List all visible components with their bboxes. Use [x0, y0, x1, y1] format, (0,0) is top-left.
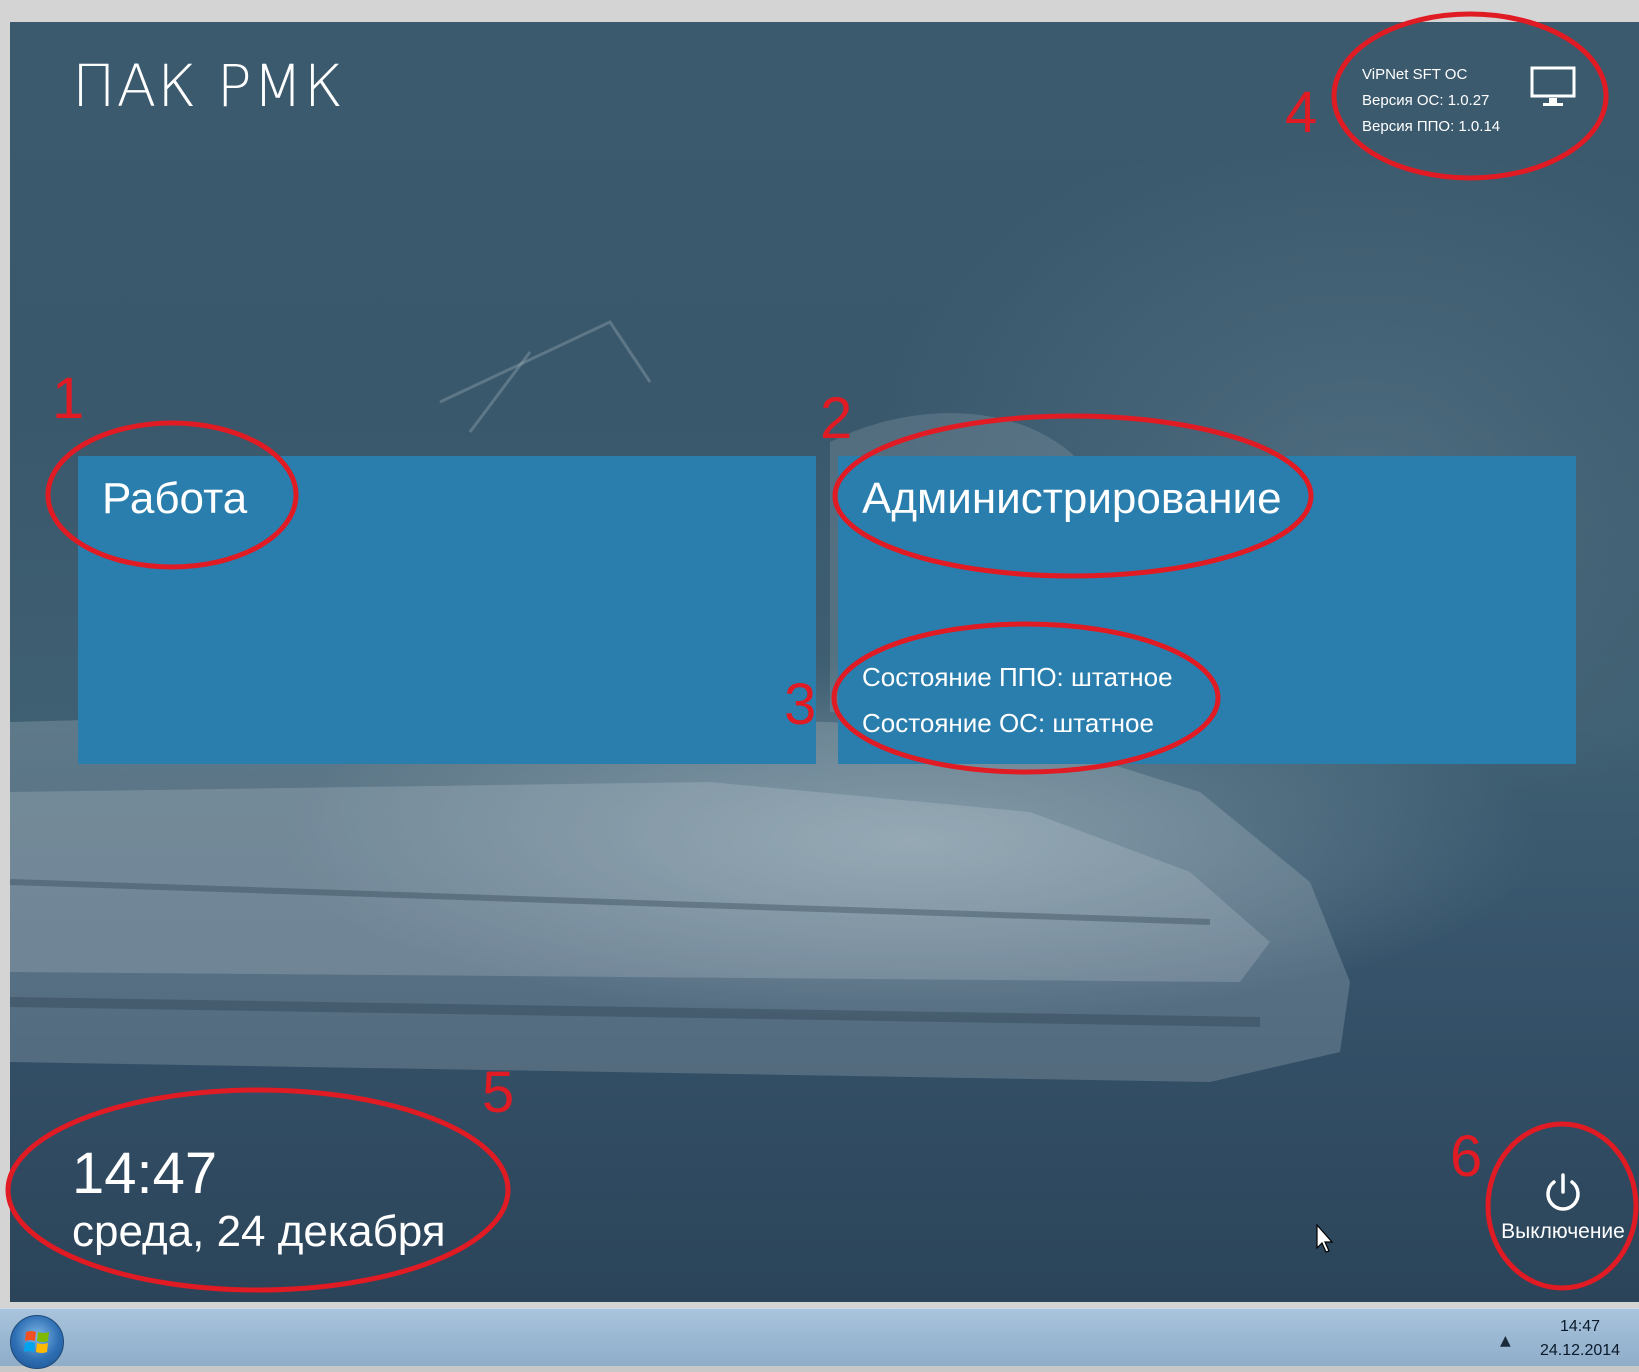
os-name: ViPNet SFT OC: [1362, 66, 1468, 83]
annotation-2: 2: [820, 386, 853, 451]
tray-date: 24.12.2014: [1539, 1342, 1621, 1359]
monitor-icon[interactable]: [1530, 66, 1576, 110]
work-tile-label: Работа: [102, 474, 248, 523]
windows-start-icon[interactable]: [10, 1315, 64, 1369]
clock-date: среда, 24 декабря: [72, 1207, 446, 1256]
tray-clock[interactable]: 14:47 24.12.2014: [1530, 1315, 1630, 1363]
system-info: ViPNet SFT OC Версия ОС: 1.0.27 Версия П…: [1362, 62, 1500, 140]
administration-tile-label: Администрирование: [862, 474, 1282, 523]
annotation-5: 5: [482, 1060, 515, 1125]
status-block: Состояние ППО: штатное Состояние ОС: шта…: [862, 654, 1173, 746]
annotation-1: 1: [52, 366, 85, 431]
shutdown-button[interactable]: Выключение: [1498, 1172, 1628, 1244]
os-version: Версия ОС: 1.0.27: [1362, 92, 1490, 109]
power-icon: [1546, 1173, 1580, 1211]
show-hidden-icons-arrow[interactable]: ▲: [1500, 1333, 1511, 1349]
app-title: ПАК РМК: [72, 52, 344, 120]
clock-widget: 14:47 среда, 24 декабря: [72, 1142, 446, 1258]
login-screen: ПАК РМК ViPNet SFT OC Версия ОС: 1.0.27 …: [10, 22, 1639, 1302]
work-tile[interactable]: Работа: [78, 456, 816, 764]
annotation-4: 4: [1285, 80, 1318, 145]
clock-time: 14:47: [72, 1141, 218, 1206]
os-status: Состояние ОС: штатное: [862, 708, 1154, 738]
annotation-6: 6: [1450, 1124, 1483, 1189]
tray-time: 14:47: [1559, 1318, 1601, 1335]
administration-tile[interactable]: Администрирование Состояние ППО: штатное…: [838, 456, 1576, 764]
shutdown-label: Выключение: [1501, 1220, 1625, 1243]
ppo-status: Состояние ППО: штатное: [862, 662, 1173, 692]
taskbar: ▲ 14:47 24.12.2014: [0, 1308, 1639, 1369]
mouse-cursor-icon: [1316, 1224, 1334, 1253]
windows-logo-icon: [24, 1331, 49, 1353]
ppo-version: Версия ППО: 1.0.14: [1362, 118, 1501, 135]
annotation-3: 3: [784, 672, 817, 737]
